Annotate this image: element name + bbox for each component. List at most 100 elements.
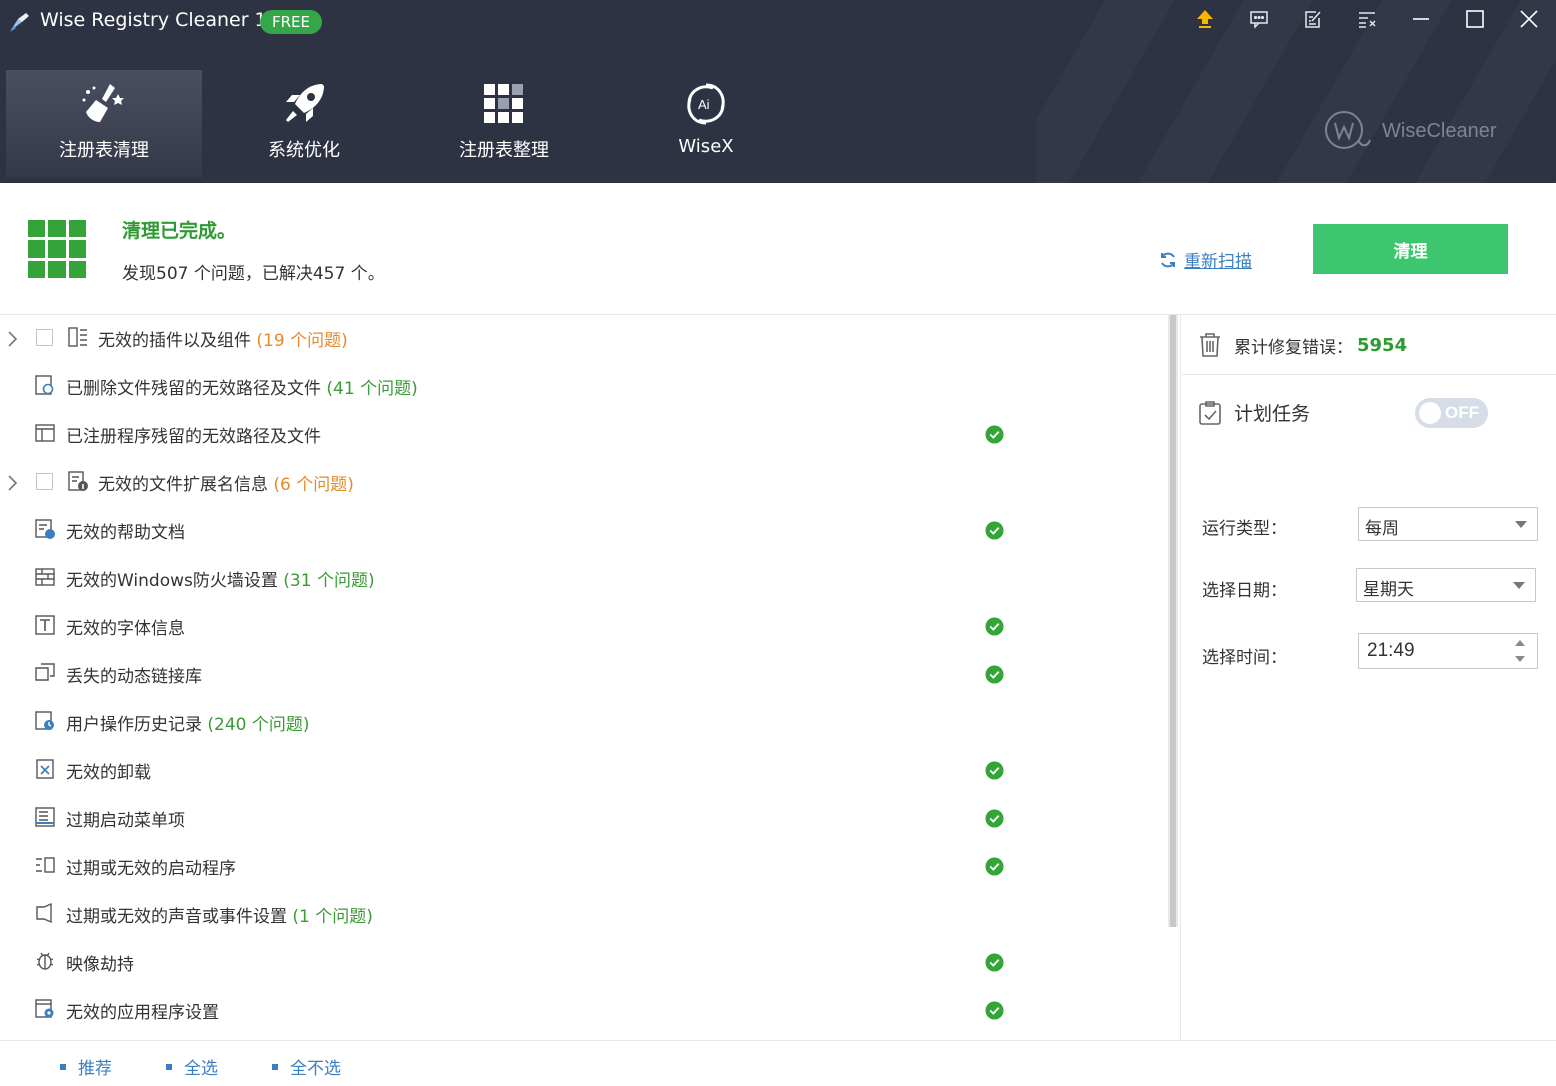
refresh-icon xyxy=(1161,252,1175,267)
item-title: 无效的文件扩展名信息 xyxy=(98,475,268,495)
item-label: 无效的插件以及组件 (19 个问题) xyxy=(98,326,348,351)
item-title: 过期启动菜单项 xyxy=(66,811,185,831)
feedback-button[interactable] xyxy=(1244,6,1274,32)
edit-button[interactable] xyxy=(1298,6,1328,32)
item-title: 映像劫持 xyxy=(66,955,134,975)
item-title: 已删除文件残留的无效路径及文件 xyxy=(66,379,321,399)
close-button[interactable] xyxy=(1514,6,1544,32)
list-item[interactable]: 映像劫持 xyxy=(0,939,1166,987)
item-label: 映像劫持 xyxy=(66,950,134,975)
date-value: 星期天 xyxy=(1363,580,1414,600)
total-fixed-label: 累计修复错误： xyxy=(1234,337,1353,358)
tab-registry-cleaner[interactable]: 注册表清理 xyxy=(6,70,202,178)
app-title: Wise Registry Cleaner 11 xyxy=(40,9,279,31)
date-label: 选择日期： xyxy=(1202,581,1287,601)
tab-registry-defrag[interactable]: 注册表整理 xyxy=(406,70,602,178)
list-item[interactable]: 无效的卸载 xyxy=(0,747,1166,795)
select-none-link[interactable]: 全不选 xyxy=(272,1054,341,1079)
grid-blocks-icon xyxy=(484,84,523,123)
list-item[interactable]: 过期或无效的启动程序 xyxy=(0,843,1166,891)
item-title: 无效的卸载 xyxy=(66,763,151,783)
clean-button[interactable]: 清理 xyxy=(1313,224,1508,274)
item-issue-count: (6 个问题) xyxy=(273,475,354,495)
list-item[interactable]: 无效的文件扩展名信息 (6 个问题) xyxy=(0,459,1166,507)
item-issue-count: (240 个问题) xyxy=(207,715,310,735)
list-item[interactable]: 无效的Windows防火墙设置 (31 个问题) xyxy=(0,555,1166,603)
issue-category-list: 无效的插件以及组件 (19 个问题) 已删除文件残留的无效路径及文件 (41 个问… xyxy=(0,315,1166,1040)
item-label: 无效的卸载 xyxy=(66,758,151,783)
right-panel-separator xyxy=(1182,374,1556,375)
list-item[interactable]: 无效的应用程序设置 xyxy=(0,987,1166,1035)
list-item[interactable]: 无效的插件以及组件 (19 个问题) xyxy=(0,315,1166,363)
menu-button[interactable] xyxy=(1352,6,1382,32)
wisecleaner-logo-icon xyxy=(1325,111,1371,149)
scheduled-task-toggle[interactable]: OFF xyxy=(1415,398,1488,428)
check-circle-icon xyxy=(985,617,1004,636)
free-badge: FREE xyxy=(260,10,323,34)
upgrade-button[interactable] xyxy=(1190,6,1220,32)
file-info-icon xyxy=(68,471,88,491)
item-issue-count: (1 个问题) xyxy=(292,907,373,927)
check-circle-icon xyxy=(985,857,1004,876)
list-item[interactable]: 过期或无效的声音或事件设置 (1 个问题) xyxy=(0,891,1166,939)
item-title: 用户操作历史记录 xyxy=(66,715,202,735)
rescan-label: 重新扫描 xyxy=(1184,252,1252,272)
check-circle-icon xyxy=(985,1001,1004,1020)
check-circle-icon xyxy=(985,521,1004,540)
list-item[interactable]: 过期启动菜单项 xyxy=(0,795,1166,843)
item-checkbox[interactable] xyxy=(36,329,53,346)
tab-system-optimize[interactable]: 系统优化 xyxy=(206,70,402,178)
minimize-button[interactable] xyxy=(1406,6,1436,32)
item-title: 无效的字体信息 xyxy=(66,619,185,639)
firewall-icon xyxy=(35,568,55,586)
run-type-label: 运行类型： xyxy=(1202,519,1287,539)
chevron-right-icon[interactable] xyxy=(6,329,20,349)
item-label: 无效的Windows防火墙设置 (31 个问题) xyxy=(66,566,375,591)
time-label: 选择时间： xyxy=(1202,648,1287,668)
window-layout-icon xyxy=(35,424,55,442)
item-checkbox[interactable] xyxy=(36,473,53,490)
time-spinner[interactable]: 21:49 xyxy=(1358,633,1538,669)
time-value: 21:49 xyxy=(1367,640,1415,661)
list-item[interactable]: 已注册程序残留的无效路径及文件 xyxy=(0,411,1166,459)
svg-text:Ai: Ai xyxy=(698,97,710,112)
bug-icon xyxy=(36,952,54,970)
spin-up-icon[interactable] xyxy=(1515,640,1525,646)
chevron-down-icon xyxy=(1513,582,1525,589)
chevron-down-icon xyxy=(1515,521,1527,528)
list-scrollbar[interactable] xyxy=(1168,315,1178,927)
tab-wisex[interactable]: Ai WiseX xyxy=(608,70,804,178)
chat-icon xyxy=(1250,11,1268,29)
status-summary: 发现507 个问题，已解决457 个。 xyxy=(122,264,385,284)
run-type-select[interactable]: 每周 xyxy=(1358,507,1538,541)
date-select[interactable]: 星期天 xyxy=(1356,568,1536,602)
select-all-link[interactable]: 全选 xyxy=(166,1054,218,1079)
item-label: 过期或无效的启动程序 xyxy=(66,854,236,879)
maximize-button[interactable] xyxy=(1460,6,1490,32)
item-title: 无效的Windows防火墙设置 xyxy=(66,571,278,591)
title-bar-header: Wise Registry Cleaner 11 FREE 注册表清理 系统优化… xyxy=(0,0,1556,183)
list-item[interactable]: 无效的帮助文档 xyxy=(0,507,1166,555)
item-label: 已注册程序残留的无效路径及文件 xyxy=(66,422,321,447)
rescan-link[interactable]: 重新扫描 xyxy=(1158,247,1252,272)
minimize-icon xyxy=(1413,18,1429,20)
recommend-link[interactable]: 推荐 xyxy=(60,1054,112,1079)
list-item[interactable]: 丢失的动态链接库 xyxy=(0,651,1166,699)
scrollbar-thumb[interactable] xyxy=(1170,315,1176,927)
item-title: 无效的帮助文档 xyxy=(66,523,185,543)
scheduled-task-row: 计划任务 xyxy=(1198,399,1310,426)
list-item[interactable]: 无效的字体信息 xyxy=(0,603,1166,651)
item-label: 丢失的动态链接库 xyxy=(66,662,202,687)
chevron-right-icon[interactable] xyxy=(6,473,20,493)
tab-label: 注册表清理 xyxy=(59,140,149,161)
item-title: 过期或无效的声音或事件设置 xyxy=(66,907,287,927)
uninstall-icon xyxy=(36,759,54,779)
spin-down-icon[interactable] xyxy=(1515,656,1525,662)
item-issue-count: (19 个问题) xyxy=(256,331,348,351)
list-item[interactable]: 用户操作历史记录 (240 个问题) xyxy=(0,699,1166,747)
maximize-icon xyxy=(1466,10,1484,28)
item-issue-count: (31 个问题) xyxy=(283,571,375,591)
run-type-value: 每周 xyxy=(1365,519,1399,539)
list-item[interactable]: 已删除文件残留的无效路径及文件 (41 个问题) xyxy=(0,363,1166,411)
ai-swirl-icon: Ai xyxy=(687,83,725,125)
